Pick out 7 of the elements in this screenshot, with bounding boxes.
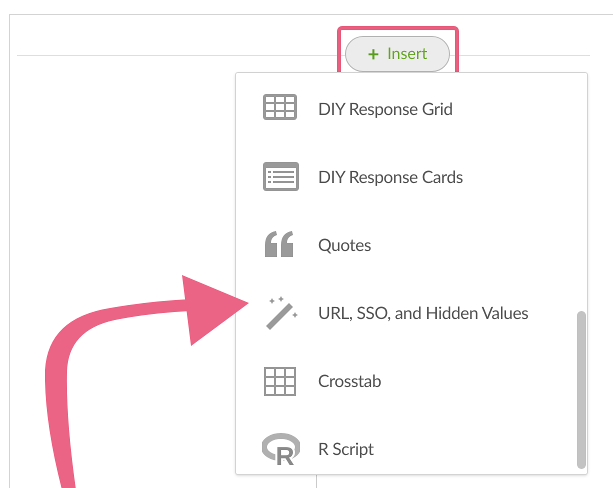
menu-item[interactable]: DIY Response Cards [318, 164, 463, 190]
menu-item[interactable]: URL, SSO, and Hidden Values [318, 300, 528, 326]
plus-icon: + [368, 44, 380, 64]
menu-item[interactable]: R Script [318, 436, 374, 462]
menu-item[interactable]: Crosstab [318, 368, 382, 394]
menu-item[interactable]: DIY Response Grid [318, 96, 453, 122]
menu-item[interactable]: Quotes [318, 232, 372, 258]
